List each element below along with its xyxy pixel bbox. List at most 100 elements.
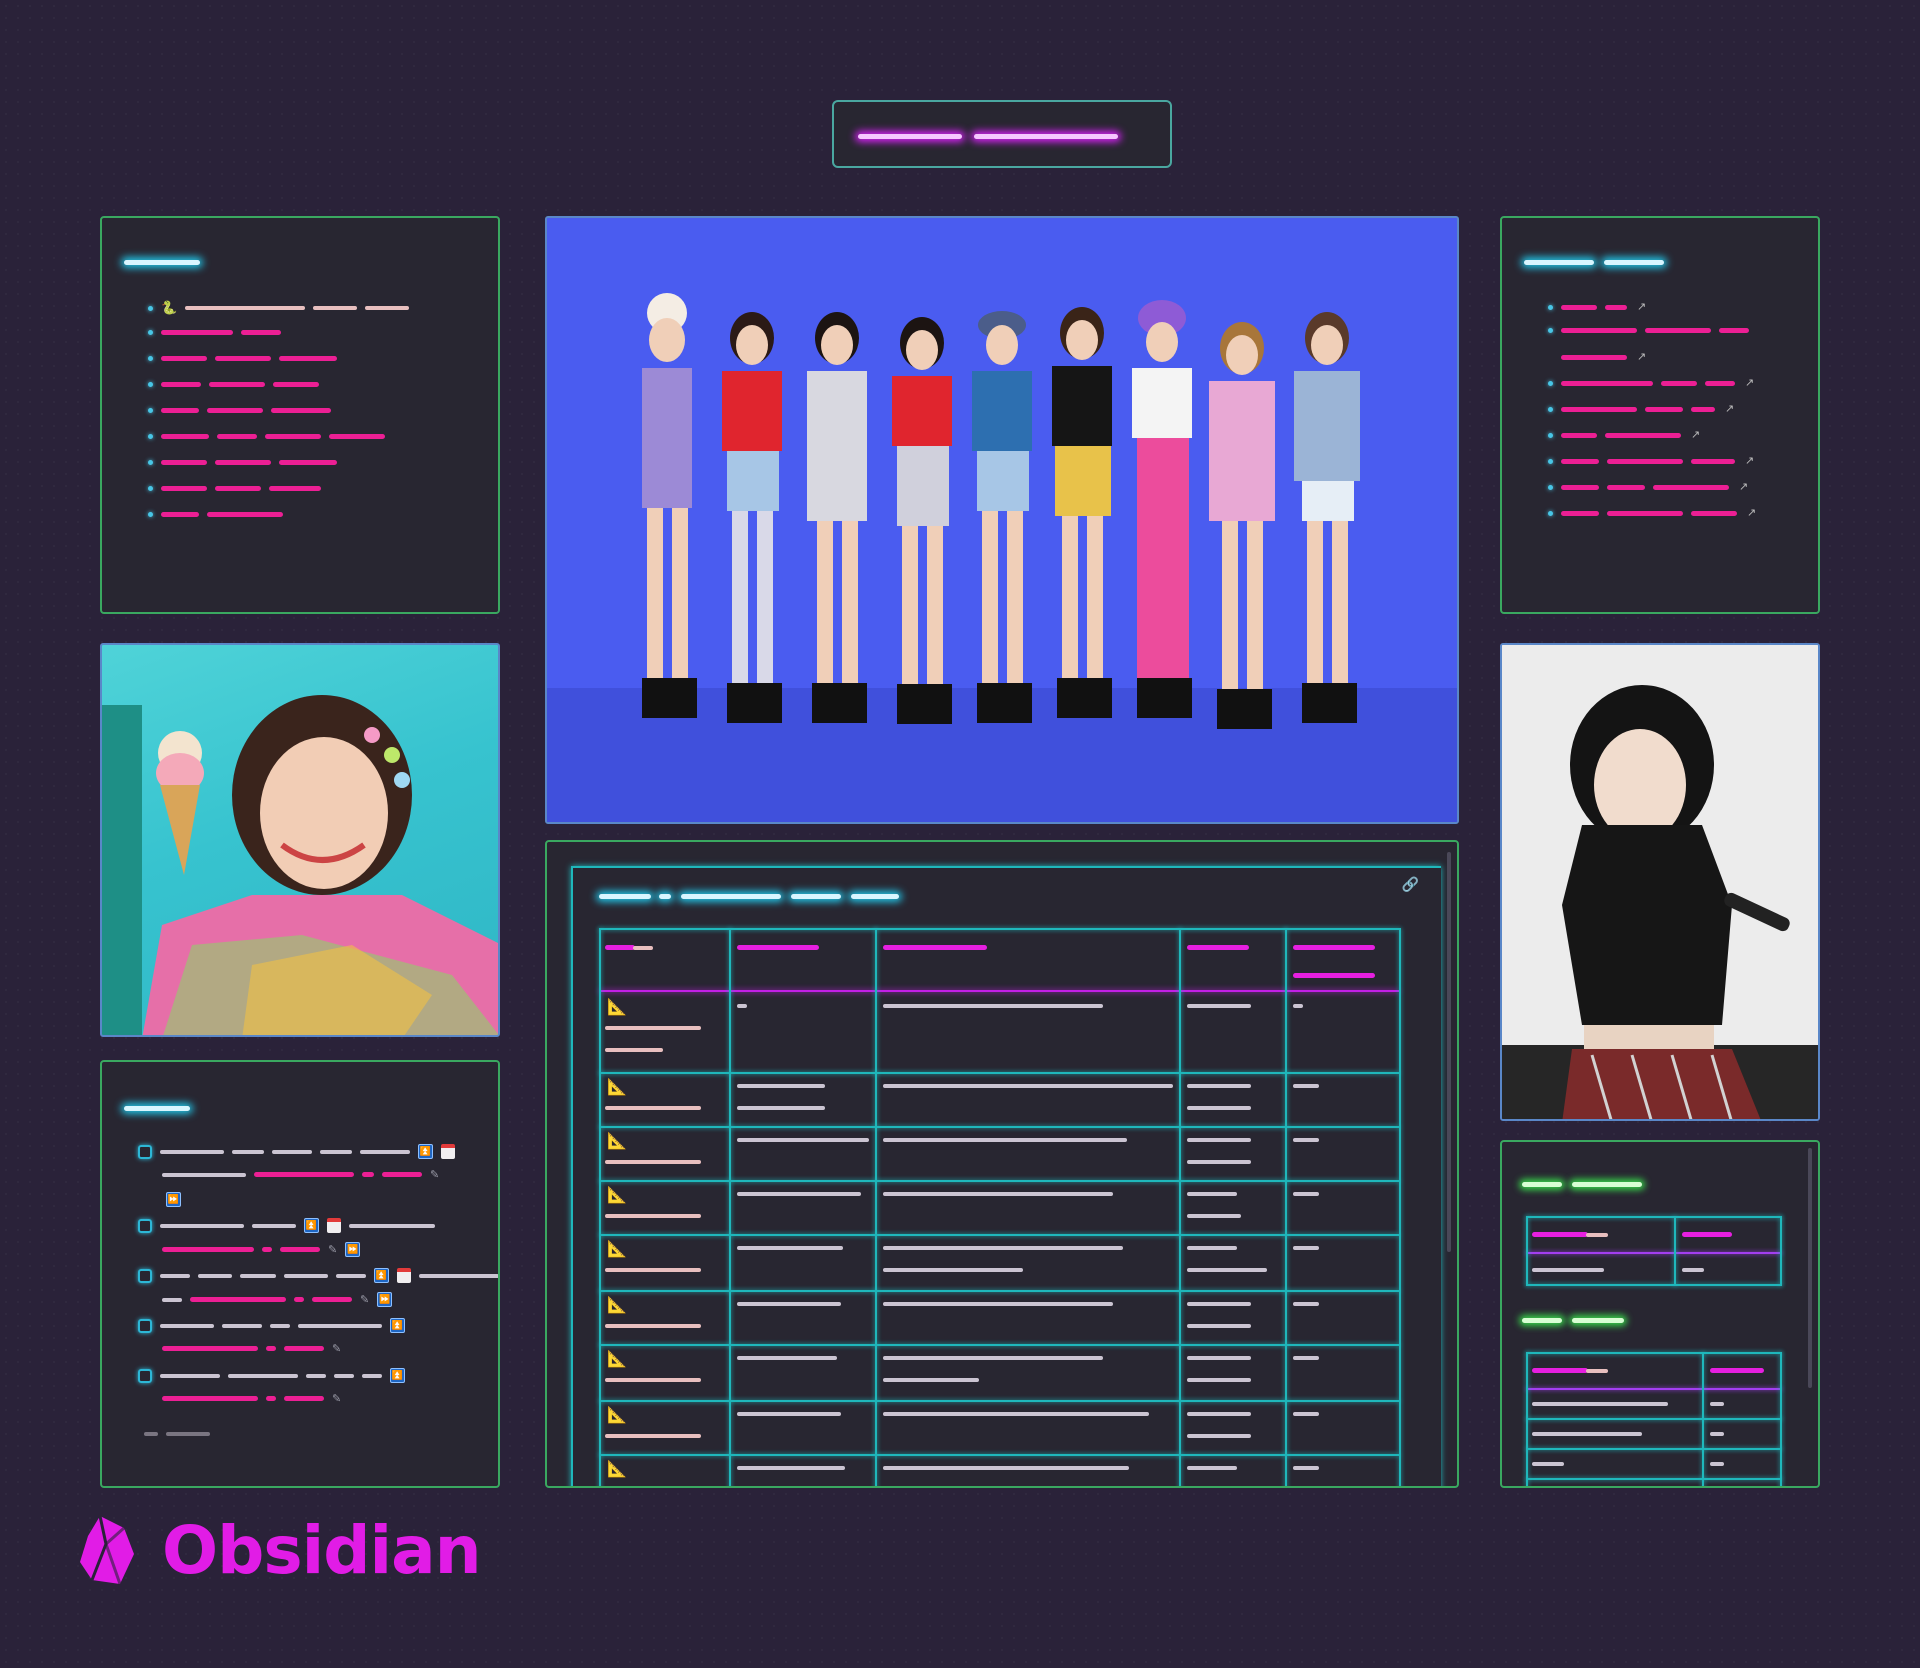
column-header[interactable]	[1293, 945, 1375, 950]
bullet-icon	[1548, 459, 1553, 464]
column-header[interactable]	[737, 945, 819, 950]
external-link-icon: ↗	[1745, 377, 1755, 389]
external-link-icon: ↗	[1637, 351, 1647, 363]
forward-icon: ⏩	[345, 1242, 361, 1257]
table-row[interactable]: 📐	[547, 1456, 1457, 1486]
link-icon[interactable]: 🔗	[1402, 876, 1419, 893]
link-item[interactable]	[1548, 328, 1749, 333]
bullet-icon	[148, 305, 153, 311]
pencil-icon[interactable]: ✎	[360, 1293, 369, 1306]
bullet-icon	[148, 330, 153, 335]
bullet-icon	[148, 408, 153, 413]
table-row[interactable]: 📐	[547, 1402, 1457, 1454]
table-panel: 🔗 📐 📐 📐 📐 📐 📐 📐 📐 📐	[545, 840, 1459, 1488]
stage-portrait-photo	[1500, 643, 1820, 1121]
bullet-icon	[148, 460, 153, 465]
external-link-icon: ↗	[1739, 481, 1749, 493]
table-row[interactable]: 📐	[547, 1074, 1457, 1126]
list-item[interactable]	[148, 408, 331, 413]
performer-photo-icon	[1502, 645, 1818, 1119]
external-link-icon: ↗	[1725, 403, 1735, 415]
link-item[interactable]: ↗	[1548, 508, 1756, 519]
table-row[interactable]: 📐	[547, 1346, 1457, 1400]
bullet-icon	[1548, 381, 1553, 386]
bullet-icon	[1548, 305, 1553, 310]
column-header[interactable]	[605, 945, 635, 950]
ruler-icon: 📐	[607, 1133, 627, 1150]
table-heading	[599, 894, 651, 899]
link-item[interactable]: ↗	[1548, 482, 1748, 493]
list-item[interactable]	[148, 382, 319, 387]
priority-icon: ⏫	[418, 1144, 433, 1159]
link-item[interactable]: ↗	[1548, 456, 1754, 467]
task-checkbox[interactable]	[138, 1368, 152, 1383]
bullet-icon	[1548, 433, 1553, 438]
task-item[interactable]: ⏫	[138, 1144, 455, 1159]
title-text-bar	[974, 134, 1118, 139]
column-header[interactable]	[1532, 1368, 1588, 1373]
priority-icon: ⏫	[374, 1268, 389, 1283]
link-item[interactable]: ↗	[1548, 430, 1700, 441]
table-row[interactable]: 📐	[547, 1182, 1457, 1234]
list-item[interactable]	[148, 356, 337, 361]
bullet-icon	[1548, 485, 1553, 490]
column-header[interactable]	[1682, 1232, 1732, 1237]
link-item[interactable]: ↗	[1548, 404, 1734, 415]
list-item[interactable]	[148, 434, 385, 439]
pencil-icon[interactable]: ✎	[332, 1392, 341, 1405]
calendar-icon	[397, 1268, 411, 1283]
table-row[interactable]: 📐	[547, 1292, 1457, 1344]
priority-icon: ⏫	[390, 1318, 405, 1333]
external-link-icon: ↗	[1637, 301, 1647, 313]
list-item[interactable]	[148, 460, 337, 465]
column-header[interactable]	[1187, 945, 1249, 950]
priority-icon: ⏫	[304, 1218, 319, 1233]
table-row[interactable]: 📐	[547, 992, 1457, 1072]
mini-table	[1526, 1352, 1782, 1486]
task-checkbox[interactable]	[138, 1218, 152, 1233]
forward-icon: ⏩	[377, 1292, 393, 1307]
tasks-panel: ⏫ ✎ ⏩ ⏫ ✎ ⏩ ⏫ ✎ ⏩ ⏫ ✎ ⏫ ✎	[100, 1060, 500, 1488]
link-item[interactable]: ↗	[1548, 302, 1646, 313]
panel-heading	[1522, 1182, 1562, 1187]
column-header[interactable]	[883, 945, 987, 950]
list-item[interactable]	[148, 512, 283, 517]
ruler-icon: 📐	[607, 1351, 627, 1368]
priority-icon: ⏫	[390, 1368, 405, 1383]
bullet-icon	[148, 486, 153, 491]
scrollbar[interactable]	[1808, 1148, 1812, 1388]
app-name: Obsidian	[162, 1512, 482, 1589]
task-checkbox[interactable]	[138, 1268, 152, 1283]
ruler-icon: 📐	[607, 1407, 627, 1424]
title-bar	[832, 100, 1172, 168]
list-item[interactable]: 🐍	[148, 300, 410, 316]
ice-cream-portrait-photo	[100, 643, 500, 1037]
task-item[interactable]: ⏫	[138, 1318, 405, 1333]
task-item[interactable]: ⏫	[138, 1268, 498, 1283]
panel-heading	[1522, 1318, 1562, 1323]
column-header[interactable]	[1710, 1368, 1764, 1373]
ruler-icon: 📐	[607, 1187, 627, 1204]
panel-heading	[1524, 260, 1594, 265]
bullet-icon	[148, 434, 153, 439]
link-item[interactable]: ↗	[1548, 378, 1754, 389]
list-item[interactable]	[148, 486, 321, 491]
forward-icon: ⏩	[166, 1192, 181, 1207]
task-checkbox[interactable]	[138, 1144, 152, 1159]
pencil-icon[interactable]: ✎	[328, 1243, 337, 1256]
task-item[interactable]: ⏫	[138, 1218, 435, 1233]
table-row[interactable]: 📐	[547, 1236, 1457, 1290]
pencil-icon[interactable]: ✎	[332, 1342, 341, 1355]
pencil-icon[interactable]: ✎	[430, 1168, 439, 1181]
list-item[interactable]	[148, 330, 281, 335]
table-row[interactable]: 📐	[547, 1128, 1457, 1180]
column-header[interactable]	[1532, 1232, 1588, 1237]
bullet-icon	[148, 382, 153, 387]
external-link-icon: ↗	[1691, 429, 1701, 441]
task-checkbox[interactable]	[138, 1318, 152, 1333]
task-item[interactable]: ⏫	[138, 1368, 405, 1383]
group-photo	[545, 216, 1459, 824]
calendar-icon	[327, 1218, 341, 1233]
bullet-icon	[1548, 328, 1553, 333]
properties-panel	[1500, 1140, 1820, 1488]
